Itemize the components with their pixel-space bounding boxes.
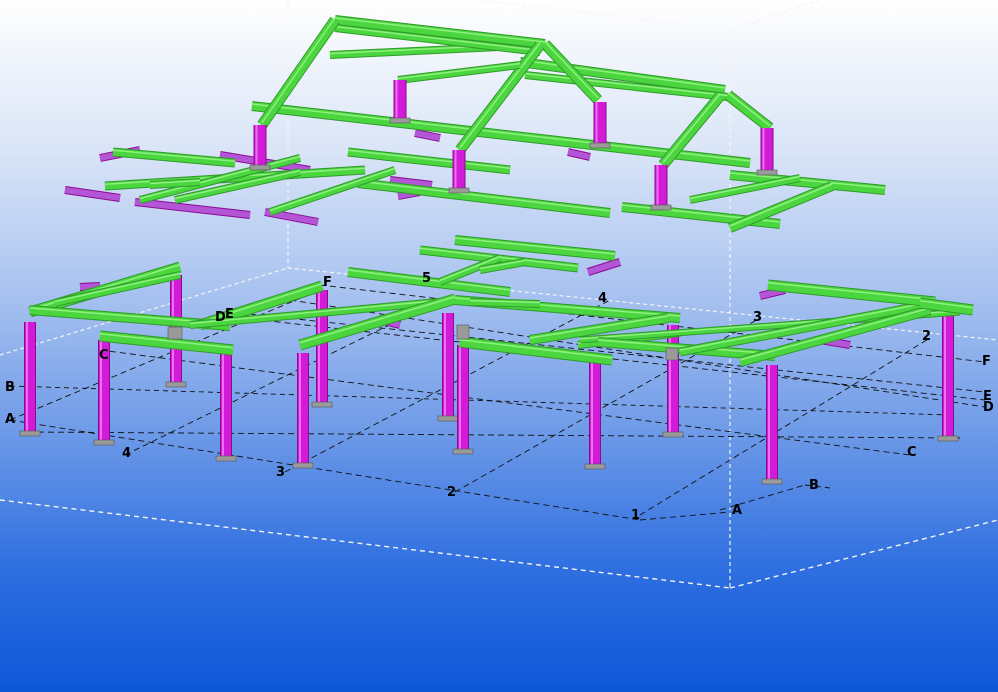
grid-label-A-right: A — [732, 503, 743, 518]
connection-plate — [665, 347, 679, 361]
steel-column-highlight — [459, 345, 461, 451]
steel-beam — [347, 148, 511, 174]
steel-beam-highlight — [347, 149, 511, 169]
structure-3d-view[interactable] — [0, 0, 998, 692]
steel-beam — [397, 62, 521, 83]
grid-label-D-right: D — [983, 400, 994, 415]
steel-column-highlight — [591, 360, 593, 466]
base-plate — [215, 455, 237, 462]
steel-beam-highlight — [54, 272, 181, 303]
steel-column-highlight — [762, 128, 765, 172]
steel-column-highlight — [255, 125, 258, 167]
grid-line-B — [9, 385, 951, 416]
bounding-box-edge — [729, 0, 821, 31]
bounding-box-edge — [479, 0, 731, 31]
steel-column-highlight — [444, 313, 446, 418]
steel-column-highlight — [299, 353, 301, 465]
grid-label-A-left: A — [5, 412, 16, 427]
steel-beam-highlight — [29, 264, 181, 311]
steel-column-highlight — [944, 310, 946, 438]
base-plate — [448, 187, 470, 194]
grid-label-3-lower: 3 — [276, 465, 286, 480]
grid-label-F-left: F — [323, 275, 332, 290]
base-plate — [249, 164, 271, 171]
connection-plate — [167, 326, 183, 340]
brace-member — [134, 199, 251, 218]
grid-label-B-left: B — [5, 380, 15, 395]
base-plate — [761, 478, 783, 485]
brace-member — [64, 187, 121, 201]
base-plate — [19, 430, 41, 437]
steel-column-highlight — [595, 102, 598, 145]
base-plate — [311, 401, 333, 408]
steel-beam — [725, 91, 773, 132]
base-plate — [584, 463, 606, 470]
grid-line-1 — [639, 337, 931, 516]
steel-beam-highlight — [357, 180, 611, 212]
grid-label-E-left: E — [225, 307, 234, 322]
base-plate — [389, 117, 411, 124]
grid-label-2-center: 2 — [922, 329, 932, 344]
model-viewport[interactable]: B A C D E F 4 3 2 1 5 4 3 2 F E D C B A — [0, 0, 998, 692]
steel-column-highlight — [454, 150, 457, 190]
base-plate — [662, 431, 684, 438]
base-plate — [589, 142, 611, 149]
steel-column-highlight — [318, 290, 320, 404]
base-plate — [93, 439, 115, 446]
base-plate — [937, 435, 959, 442]
steel-beam-highlight — [727, 92, 771, 127]
steel-column-highlight — [669, 325, 671, 434]
steel-column-highlight — [26, 322, 28, 433]
grid-label-C-right: C — [907, 445, 917, 460]
bounding-box-edge — [0, 499, 731, 589]
steel-column-highlight — [656, 165, 659, 207]
grid-label-2-lower: 2 — [447, 485, 457, 500]
base-plate — [292, 462, 314, 469]
bounding-box-edge — [729, 519, 998, 589]
base-plate — [452, 448, 474, 455]
grid-label-4-center: 4 — [598, 291, 608, 306]
grid-label-1-lower: 1 — [631, 508, 641, 523]
steel-beam — [767, 280, 936, 307]
connection-plate — [456, 324, 470, 340]
base-plate — [756, 169, 778, 176]
grid-label-4-lower: 4 — [122, 446, 132, 461]
base-plate — [650, 204, 672, 211]
base-plate — [165, 381, 187, 388]
grid-label-C-left: C — [99, 348, 109, 363]
steel-column-highlight — [768, 365, 770, 481]
grid-label-5-center: 5 — [422, 271, 432, 286]
steel-beam — [357, 179, 611, 217]
grid-label-F-right: F — [982, 354, 991, 369]
grid-label-B-right: B — [809, 478, 819, 493]
grid-line-base — [27, 431, 961, 439]
base-plate — [437, 415, 459, 422]
grid-label-3-center: 3 — [753, 310, 763, 325]
grid-line-A — [639, 511, 731, 521]
steel-column-highlight — [395, 80, 398, 120]
steel-column-highlight — [222, 350, 224, 458]
steel-beam — [54, 272, 181, 306]
